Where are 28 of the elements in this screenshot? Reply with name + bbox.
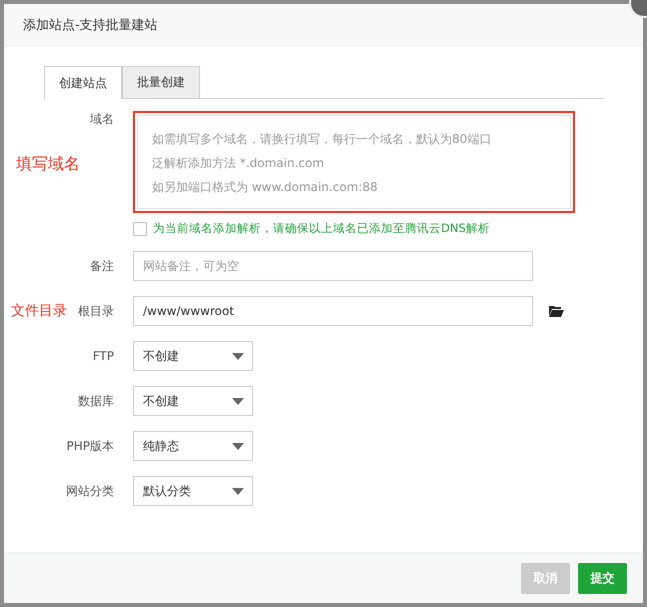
dropdown[interactable]: 纯静态 (133, 431, 253, 461)
dropdown[interactable]: 不创建 (133, 386, 253, 416)
caret-icon (232, 488, 244, 494)
placeholder-text: 如另加端口格式为 www.domain.com:88 (152, 179, 378, 196)
tab[interactable]: 批量创建 (122, 66, 200, 98)
placeholder-text: 泛解析添加方法 *.domain.com (152, 155, 324, 172)
field-label: 根目录 (78, 304, 114, 318)
remark-field[interactable]: 网站备注，可为空 (133, 251, 533, 281)
field-label: 备注 (89, 258, 114, 275)
folder-icon[interactable] (549, 305, 564, 317)
dialog-title: 添加站点-支持批量建站 (23, 16, 158, 34)
dropdown[interactable]: 默认分类 (133, 476, 253, 506)
field-label: 数据库 (77, 393, 114, 410)
caret-icon (232, 398, 244, 404)
tab[interactable]: 创建站点 (44, 66, 122, 99)
field-label: FTP (92, 348, 114, 365)
annotation-text: 文件目录 (11, 302, 67, 320)
checkbox-label: 为当前域名添加解析，请确保以上域名已添加至腾讯云DNS解析 (153, 221, 490, 236)
annotation-text: 填写域名 (16, 154, 80, 175)
checkbox[interactable] (133, 222, 147, 236)
placeholder-text: 如需填写多个域名，请换行填写，每行一个域名，默认为80端口 (152, 131, 492, 148)
caret-icon (232, 352, 244, 360)
field-label: PHP版本 (66, 438, 114, 455)
root-field[interactable]: /www/wwwroot (133, 296, 533, 326)
field-label: 域名 (89, 111, 114, 127)
caret-icon (232, 442, 244, 450)
dropdown[interactable]: 不创建 (133, 341, 253, 371)
field-label: 网站分类 (65, 483, 114, 500)
